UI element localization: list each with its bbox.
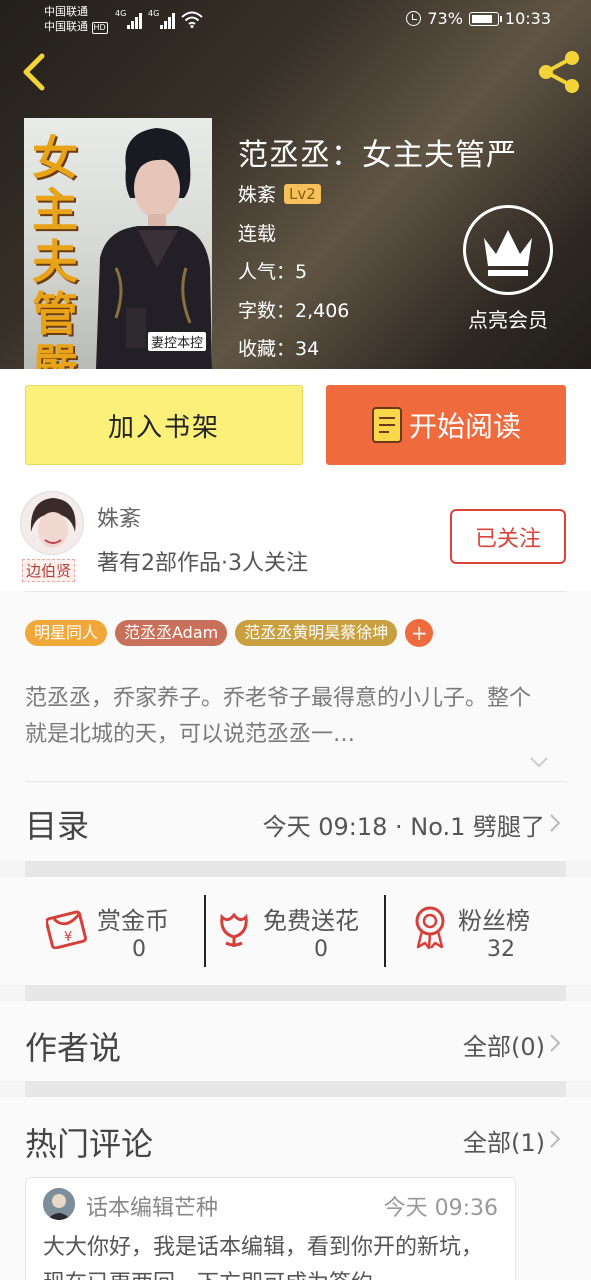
add-tag-button[interactable]: + xyxy=(405,619,434,647)
divider xyxy=(25,591,566,592)
start-reading-label: 开始阅读 xyxy=(408,410,521,443)
carrier-info: 中国联通 中国联通 HD xyxy=(44,4,108,34)
book-header: 中国联通 中国联通 HD 4G 4G 73% 10:33 女主夫管嚴 妻控本控 … xyxy=(0,0,591,369)
commenter-name[interactable]: 话本编辑芒种 xyxy=(86,1190,218,1222)
share-icon[interactable] xyxy=(534,48,584,96)
crown-icon xyxy=(484,230,532,276)
avatar-image xyxy=(21,492,83,554)
reward-fans-rank[interactable]: 粉丝榜 32 xyxy=(386,877,591,985)
rewards-bar: ¥ 赏金币 0 免费送花 0 粉丝榜 32 xyxy=(0,877,591,985)
award-ribbon-icon xyxy=(415,906,445,949)
author-card: 边伯贤 姝紊 著有2部作品·3人关注 已关注 xyxy=(0,491,591,591)
author-says-title: 作者说 xyxy=(25,1029,122,1067)
alarm-icon xyxy=(406,11,422,26)
latest-chapter[interactable]: 今天 09:18 · No.1 劈腿了 xyxy=(263,807,545,842)
tag-item[interactable]: 范丞丞黄明昊蔡徐坤 xyxy=(235,620,398,646)
battery-percent: 73% xyxy=(427,9,463,28)
tag-item[interactable]: 明星同人 xyxy=(25,620,108,646)
description-section: 明星同人 范丞丞Adam 范丞丞黄明昊蔡徐坤 + 范丞丞，乔家养子。乔老爷子最得… xyxy=(0,591,591,781)
book-title: 范丞丞：女主夫管严 xyxy=(238,138,517,173)
add-to-shelf-button[interactable]: 加入书架 xyxy=(25,385,303,465)
reward-value: 0 xyxy=(132,937,146,962)
avatar[interactable] xyxy=(20,491,84,555)
hd-badge: HD xyxy=(91,22,108,34)
chevron-right-icon xyxy=(550,814,561,832)
chevron-down-icon[interactable] xyxy=(528,755,550,769)
tag-item[interactable]: 范丞丞Adam xyxy=(115,620,228,646)
author-name[interactable]: 姝紊 xyxy=(238,180,276,207)
cover-badge: 妻控本控 xyxy=(145,330,208,353)
reward-flowers[interactable]: 免费送花 0 xyxy=(206,877,384,985)
commenter-avatar-image xyxy=(43,1188,75,1220)
section-gap xyxy=(25,861,566,877)
hot-comments-title: 热门评论 xyxy=(25,1125,154,1163)
signal-icon: 4G xyxy=(148,9,176,29)
hot-comments-link[interactable]: 全部(1) xyxy=(463,1123,545,1158)
chevron-right-icon xyxy=(550,1130,561,1148)
comment-text: 大大你好，我是话本编辑，看到你开的新坑，现在已更两回，下方即可成为签约... xyxy=(43,1235,484,1280)
back-icon[interactable] xyxy=(14,50,54,94)
status-right: 73% 10:33 xyxy=(406,9,551,28)
follow-button[interactable]: 已关注 xyxy=(450,509,566,564)
hot-comments-section: 热门评论 全部(1) 话本编辑芒种 今天 09:36 大大你好，我是话本编辑，看… xyxy=(0,1097,591,1280)
action-bar: 加入书架 开始阅读 xyxy=(0,369,591,491)
reward-label: 粉丝榜 xyxy=(458,907,530,935)
catalog-title: 目录 xyxy=(25,807,90,845)
carrier-1: 中国联通 xyxy=(44,5,88,18)
vip-button[interactable] xyxy=(463,205,553,295)
avatar-tag: 边伯贤 xyxy=(22,559,76,582)
battery-icon xyxy=(468,11,502,26)
author-says-link[interactable]: 全部(0) xyxy=(463,1027,545,1062)
status-bar: 中国联通 中国联通 HD 4G 4G 73% 10:33 xyxy=(0,0,591,40)
avatar[interactable] xyxy=(43,1188,75,1220)
section-gap xyxy=(25,985,566,1001)
book-icon xyxy=(371,407,402,443)
author-level-badge: Lv2 xyxy=(284,183,321,204)
chevron-right-icon xyxy=(550,1034,561,1052)
catalog-row[interactable]: 目录 今天 09:18 · No.1 劈腿了 xyxy=(0,781,591,861)
carrier-2: 中国联通 xyxy=(44,20,88,33)
vip-label[interactable]: 点亮会员 xyxy=(452,304,564,333)
signal-icon: 4G xyxy=(115,9,143,29)
comment-card[interactable]: 话本编辑芒种 今天 09:36 大大你好，我是话本编辑，看到你开的新坑，现在已更… xyxy=(25,1177,516,1280)
popularity: 人气：5 xyxy=(238,261,308,283)
section-gap xyxy=(25,1081,566,1097)
divider xyxy=(25,781,566,782)
clock: 10:33 xyxy=(504,9,551,28)
author-says-row[interactable]: 作者说 全部(0) xyxy=(0,1001,591,1081)
book-status: 连载 xyxy=(238,223,277,245)
author-line: 姝紊 Lv2 xyxy=(238,180,321,207)
cover-title: 女主夫管嚴 xyxy=(32,131,78,369)
tag-list: 明星同人 范丞丞Adam 范丞丞黄明昊蔡徐坤 + xyxy=(25,619,434,647)
comment-time: 今天 09:36 xyxy=(383,1196,498,1221)
red-envelope-icon: ¥ xyxy=(46,910,87,949)
book-cover[interactable]: 女主夫管嚴 妻控本控 xyxy=(24,118,212,369)
reward-value: 0 xyxy=(314,937,328,962)
book-description[interactable]: 范丞丞，乔家养子。乔老爷子最得意的小儿子。整个就是北城的天，可以说范丞丞一… xyxy=(25,681,545,753)
wifi-icon xyxy=(181,11,203,28)
start-reading-button[interactable]: 开始阅读 xyxy=(326,385,566,465)
favorites-count: 收藏：34 xyxy=(238,338,320,360)
reward-label: 免费送花 xyxy=(263,907,359,935)
author-card-name[interactable]: 姝紊 xyxy=(97,501,141,533)
word-count: 字数：2,406 xyxy=(238,300,350,322)
flower-icon xyxy=(220,912,248,947)
reward-value: 32 xyxy=(487,937,515,962)
reward-label: 赏金币 xyxy=(97,907,169,935)
svg-text:¥: ¥ xyxy=(64,930,72,945)
author-works-count: 著有2部作品·3人关注 xyxy=(97,551,308,576)
reward-coins[interactable]: ¥ 赏金币 0 xyxy=(0,877,204,985)
